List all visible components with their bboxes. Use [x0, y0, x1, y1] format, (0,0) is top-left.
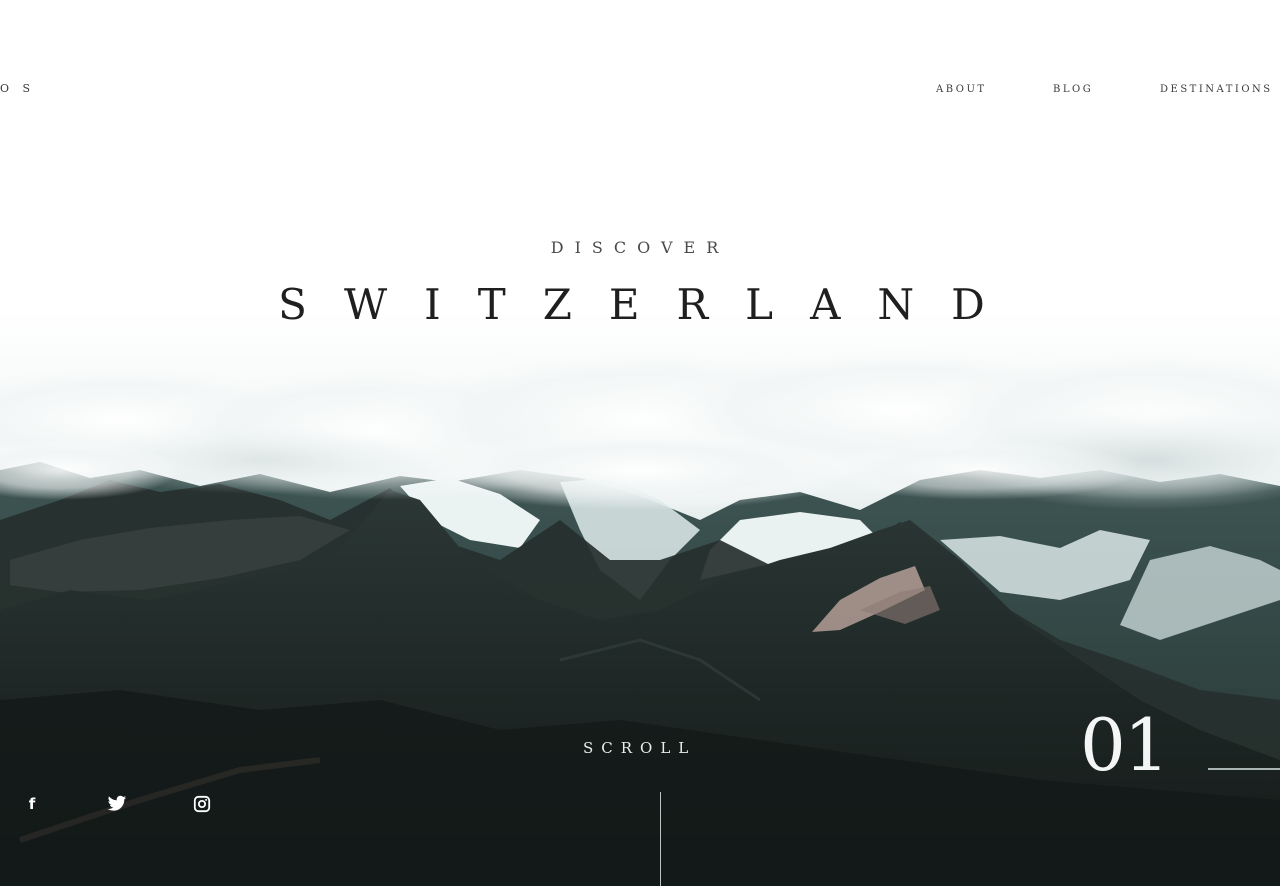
slide-progress-line [1208, 768, 1280, 770]
slide-number: 01 [1080, 703, 1170, 787]
landing-page: O S ABOUT BLOG DESTINATIONS DISCOVER SWI… [0, 0, 1280, 886]
scroll-indicator-line [660, 792, 661, 886]
hero-title: SWITZERLAND [278, 280, 1022, 329]
scroll-prompt[interactable]: SCROLL [583, 739, 696, 757]
site-logo[interactable]: O S [0, 82, 35, 95]
nav-item-blog[interactable]: BLOG [1053, 84, 1093, 95]
nav-item-about[interactable]: ABOUT [936, 84, 987, 95]
hero-eyebrow: DISCOVER [550, 238, 730, 257]
facebook-icon[interactable]: f [21, 793, 43, 815]
nav-item-destinations[interactable]: DESTINATIONS [1160, 84, 1273, 95]
twitter-icon[interactable] [106, 793, 128, 815]
main-nav: ABOUT BLOG DESTINATIONS [936, 84, 1280, 100]
instagram-icon[interactable] [191, 793, 213, 815]
